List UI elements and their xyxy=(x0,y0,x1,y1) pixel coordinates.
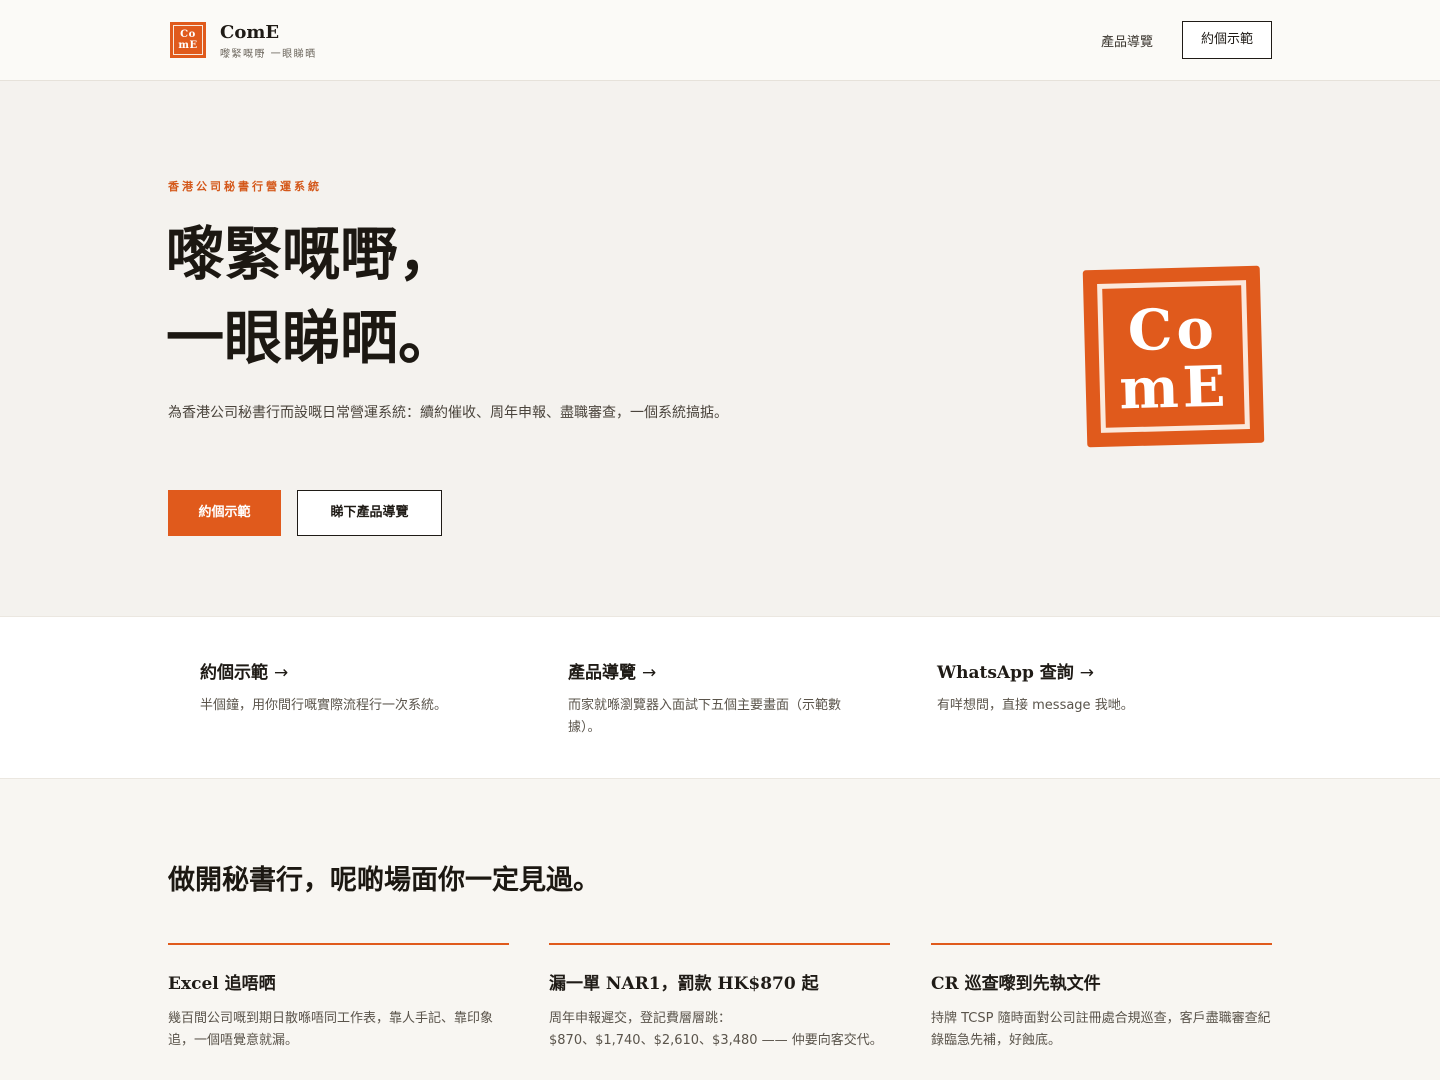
pain-card-title: 漏一單 NAR1，罰款 HK$870 起 xyxy=(549,974,819,994)
hero-title: 嚟緊嘅嘢， 一眼睇晒。 xyxy=(166,212,456,380)
hero-title-line1: 嚟緊嘅嘢， xyxy=(166,220,457,288)
hero-logo-line2: mE xyxy=(1118,353,1231,423)
nav-book-demo-button[interactable]: 約個示範 xyxy=(1182,21,1272,59)
hero-logo-icon: Co mE xyxy=(1082,265,1265,448)
quick-link-title[interactable]: 約個示範 → xyxy=(200,658,500,683)
logo-mark-text: Co mE xyxy=(173,25,203,55)
product-tour-button[interactable]: 睇下產品導覽 xyxy=(297,490,442,536)
quick-link-desc: 有咩想問，直接 message 我哋。 xyxy=(937,698,1134,713)
arrow-right-icon: → xyxy=(642,663,657,683)
logo-mark-line1: Co xyxy=(180,29,196,40)
pain-card: Excel 追唔晒 幾百間公司嘅到期日散喺唔同工作表，靠人手記、靠印象追，一個唔… xyxy=(168,943,509,1052)
pain-card-title: Excel 追唔晒 xyxy=(168,974,276,994)
pain-card-title: CR 巡查嚟到先執文件 xyxy=(931,974,1101,994)
hero-description: 為香港公司秘書行而設嘅日常營運系統：續約催收、周年申報、盡職審查，一個系統搞掂。 xyxy=(168,405,728,421)
hero-logo-line1: Co xyxy=(1126,295,1219,365)
quick-link-title[interactable]: WhatsApp 查詢 → xyxy=(937,658,1237,683)
pain-card-desc: 持牌 TCSP 隨時面對公司註冊處合規巡查，客戶盡職審查紀錄臨急先補，好蝕底。 xyxy=(931,1011,1271,1048)
quick-link-label: 產品導覽 xyxy=(568,663,636,683)
quick-link-product-tour[interactable]: 產品導覽 → 而家就喺瀏覽器入面試下五個主要畫面（示範數據）。 xyxy=(568,658,873,739)
quick-link-label: 約個示範 xyxy=(200,663,268,683)
pain-card: CR 巡查嚟到先執文件 持牌 TCSP 隨時面對公司註冊處合規巡查，客戶盡職審查… xyxy=(931,943,1272,1052)
hero-logo-text: Co mE xyxy=(1097,280,1250,433)
brand-logo-icon[interactable]: Co mE xyxy=(170,22,206,58)
quick-link-desc: 半個鐘，用你間行嘅實際流程行一次系統。 xyxy=(200,698,448,713)
quick-link-title[interactable]: 產品導覽 → xyxy=(568,658,873,683)
pain-card: 漏一單 NAR1，罰款 HK$870 起 周年申報遲交，登記費層層跳：$870、… xyxy=(549,943,890,1052)
brand-name[interactable]: ComE xyxy=(220,22,279,43)
nav-product-tour-link[interactable]: 產品導覽 xyxy=(1101,31,1153,50)
pain-card-desc: 幾百間公司嘅到期日散喺唔同工作表，靠人手記、靠印象追，一個唔覺意就漏。 xyxy=(168,1011,494,1048)
pain-section-title: 做開秘書行，呢啲場面你一定見過。 xyxy=(168,865,600,896)
quick-link-desc: 而家就喺瀏覽器入面試下五個主要畫面（示範數據）。 xyxy=(568,698,842,735)
brand-tagline: 嚟緊嘅嘢 一眼睇晒 xyxy=(220,49,317,60)
pain-card-desc: 周年申報遲交，登記費層層跳：$870、$1,740、$2,610、$3,480 … xyxy=(549,1011,883,1048)
quick-link-whatsapp[interactable]: WhatsApp 查詢 → 有咩想問，直接 message 我哋。 xyxy=(937,658,1237,717)
quick-link-demo[interactable]: 約個示範 → 半個鐘，用你間行嘅實際流程行一次系統。 xyxy=(200,658,500,717)
logo-mark-line2: mE xyxy=(178,40,198,51)
arrow-right-icon: → xyxy=(274,663,289,683)
hero-title-line2: 一眼睇晒。 xyxy=(166,304,457,372)
quick-link-label: WhatsApp 查詢 xyxy=(937,663,1074,683)
arrow-right-icon: → xyxy=(1079,663,1095,683)
book-demo-button[interactable]: 約個示範 xyxy=(168,490,281,536)
hero-eyebrow: 香港公司秘書行營運系統 xyxy=(168,180,322,193)
